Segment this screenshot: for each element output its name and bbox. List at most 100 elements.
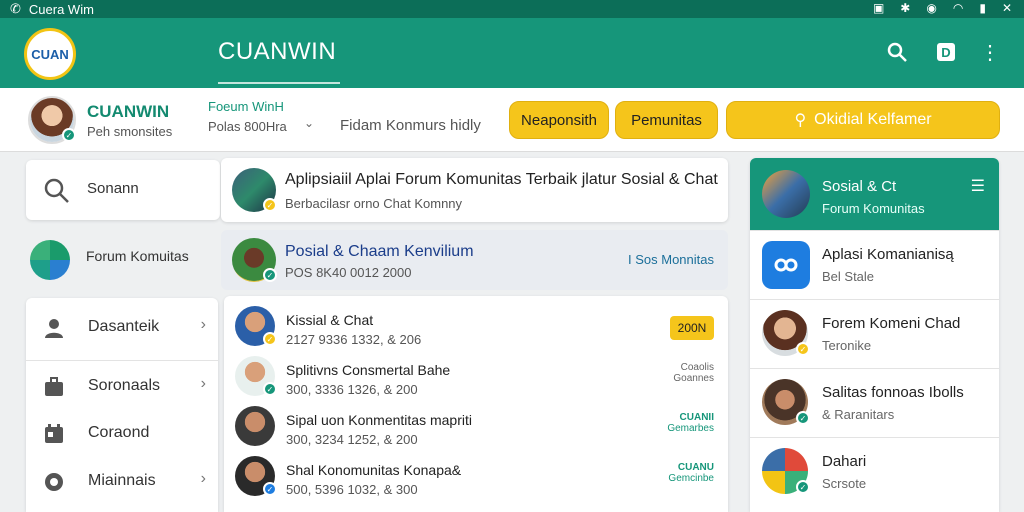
item-subtitle: Bel Stale bbox=[822, 269, 875, 284]
search-icon[interactable] bbox=[885, 40, 909, 64]
sidebar-item-personal[interactable]: Soronaals › bbox=[26, 361, 218, 411]
right-panel-item[interactable]: ✓ Salitas fonnoas Ibolls & Raranitars bbox=[750, 368, 999, 436]
chat-row[interactable]: ✓ Splitivns Consmertal Bahe 300, 3336 13… bbox=[224, 352, 728, 402]
item-title: Salitas fonnoas Ibolls bbox=[822, 384, 964, 401]
item-subtitle: & Raranitars bbox=[822, 407, 895, 422]
verified-badge-icon: ✓ bbox=[263, 482, 277, 496]
menu-icon[interactable]: ☰ bbox=[971, 176, 985, 196]
bluetooth-icon: ✱ bbox=[900, 1, 911, 15]
chat-tag: 200N bbox=[670, 316, 714, 340]
close-icon: ✕ bbox=[1001, 1, 1012, 15]
sidebar-item-label: Miainnais bbox=[88, 472, 156, 489]
sidebar-item-label: Soronaals bbox=[88, 377, 161, 394]
chat-subtitle: 2127 9336 1332, & 206 bbox=[286, 332, 422, 347]
right-panel-subtitle: Forum Komunitas bbox=[822, 201, 925, 216]
sidebar-item-record[interactable]: Coraond bbox=[26, 408, 218, 458]
chat-row[interactable]: Sipal uon Konmentitas mapriti 300, 3234 … bbox=[224, 402, 728, 452]
search-hint[interactable]: Fidam Konmurs hidly bbox=[340, 117, 481, 134]
user-icon bbox=[42, 316, 68, 340]
right-panel-title: Sosial & Ct bbox=[822, 178, 897, 195]
verified-badge-icon: ✓ bbox=[796, 411, 810, 425]
right-panel-item[interactable]: Aplasi Komanianisą Bel Stale bbox=[750, 230, 999, 298]
svg-text:D: D bbox=[941, 45, 950, 60]
item-subtitle: Teronike bbox=[822, 338, 872, 353]
app-bar: CUAN CUANWIN D ⋮ bbox=[0, 18, 1024, 88]
wifi-icon: ◠ bbox=[952, 1, 964, 15]
profile-subtitle: Peh smonsites bbox=[87, 124, 173, 139]
pill-button-2[interactable]: Pemunitas bbox=[615, 101, 718, 139]
forum-select-name[interactable]: Foeum WinH bbox=[208, 99, 284, 114]
nfc-icon: ◉ bbox=[926, 1, 937, 15]
item-title: Aplasi Komanianisą bbox=[822, 246, 954, 263]
chevron-right-icon: › bbox=[200, 470, 206, 487]
chevron-right-icon: › bbox=[200, 375, 206, 392]
forum-logo-icon bbox=[30, 240, 70, 280]
chat-subtitle: 300, 3234 1252, & 200 bbox=[286, 432, 418, 447]
header-avatar bbox=[762, 170, 810, 218]
chat-title: Kissial & Chat bbox=[286, 312, 374, 328]
feed-post-featured[interactable]: ✓ Aplipsiaiil Aplai Forum Komunitas Terb… bbox=[221, 158, 728, 222]
search-icon: ⚲ bbox=[794, 112, 807, 129]
chat-meta-line: CUANII bbox=[679, 412, 714, 423]
item-title: Forem Komeni Chad bbox=[822, 315, 961, 332]
chat-avatar bbox=[235, 406, 275, 446]
logo-text: CUAN bbox=[31, 46, 69, 62]
chat-row[interactable]: ✓ Shal Konomunitas Konapa& 500, 5396 103… bbox=[224, 452, 728, 502]
sidebar-item-label: Coraond bbox=[88, 424, 150, 441]
sidebar-search[interactable]: Sonann bbox=[26, 160, 220, 220]
title-underline bbox=[218, 82, 340, 84]
verified-badge-icon: ✓ bbox=[796, 342, 810, 356]
post-community-link[interactable]: I Sos Monnitas bbox=[628, 252, 714, 267]
right-panel-item[interactable]: ✓ Dahari Scrsote bbox=[750, 437, 999, 505]
app-logo[interactable]: CUAN bbox=[24, 28, 76, 80]
right-panel: Sosial & Ct Forum Komunitas ☰ Aplasi Kom… bbox=[750, 158, 999, 512]
chat-title: Shal Konomunitas Konapa& bbox=[286, 462, 462, 478]
status-bar: ✆ Cuera Wim ▣ ✱ ◉ ◠ ▮ ✕ bbox=[0, 0, 1024, 18]
sidebar-menu: Dasanteik › Soronaals › Coraond Miainnai… bbox=[26, 298, 218, 512]
verified-badge-icon: ✓ bbox=[263, 268, 277, 282]
sidebar-item-dashboard[interactable]: Dasanteik › bbox=[26, 302, 218, 352]
verified-badge-icon: ✓ bbox=[796, 480, 810, 494]
chat-meta-line: Goannes bbox=[673, 373, 714, 384]
right-panel-item[interactable]: ✓ Forem Komeni Chad Teronike bbox=[750, 299, 999, 367]
briefcase-icon bbox=[42, 375, 68, 399]
post-title: Aplipsiaiil Aplai Forum Komunitas Terbai… bbox=[285, 171, 718, 188]
post-subtitle: POS 8K40 0012 2000 bbox=[285, 265, 412, 280]
sidebar-item-label: Dasanteik bbox=[88, 318, 160, 335]
app-title: CUANWIN bbox=[218, 38, 337, 65]
right-panel-header[interactable]: Sosial & Ct Forum Komunitas ☰ bbox=[750, 158, 999, 230]
signal-icon: ▮ bbox=[979, 1, 986, 15]
chat-title: Splitivns Consmertal Bahe bbox=[286, 362, 451, 378]
post-title: Posial & Chaam Kenvilium bbox=[285, 243, 474, 260]
download-button[interactable]: ⚲ Okidial Kelfamer bbox=[726, 101, 1000, 139]
sidebar-item-forum[interactable]: Forum Komuitas bbox=[30, 236, 220, 284]
chat-icon[interactable]: D bbox=[934, 40, 958, 64]
status-title: Cuera Wim bbox=[28, 1, 94, 17]
profile-name: CUANWIN bbox=[87, 102, 170, 121]
more-vert-icon[interactable]: ⋮ bbox=[978, 40, 1002, 64]
chat-subtitle: 300, 3336 1326, & 200 bbox=[286, 382, 418, 397]
verified-badge-icon: ✓ bbox=[62, 128, 76, 142]
forum-select-subtitle: Polas 800Hra bbox=[208, 119, 287, 134]
chat-row[interactable]: ✓ Kissial & Chat 2127 9336 1332, & 206 2… bbox=[224, 302, 728, 352]
chat-meta: Coaolis Goannes bbox=[673, 362, 714, 384]
calendar-icon bbox=[42, 422, 68, 446]
item-title: Dahari bbox=[822, 453, 867, 470]
feed-post-highlight[interactable]: ✓ Posial & Chaam Kenvilium POS 8K40 0012… bbox=[221, 230, 728, 290]
chat-meta-line: CUANU bbox=[677, 462, 714, 473]
chat-meta-line: Gemarbes bbox=[667, 423, 714, 434]
chevron-down-icon[interactable]: ⌄ bbox=[304, 116, 314, 130]
pill-button-1[interactable]: Neaponsith bbox=[509, 101, 609, 139]
verified-badge-icon: ✓ bbox=[263, 198, 277, 212]
chat-meta: CUANU Gemcinbe bbox=[668, 462, 714, 484]
chat-subtitle: 500, 5396 1032, & 300 bbox=[286, 482, 418, 497]
search-icon bbox=[42, 176, 70, 204]
chat-meta: CUANII Gemarbes bbox=[667, 412, 714, 434]
item-subtitle: Scrsote bbox=[822, 476, 867, 491]
chat-meta-line: Gemcinbe bbox=[668, 473, 714, 484]
sim-icon: ▣ bbox=[872, 1, 885, 15]
verified-badge-icon: ✓ bbox=[263, 332, 277, 346]
download-button-label: Okidial Kelfamer bbox=[814, 111, 932, 128]
sidebar-item-settings[interactable]: Miainnais › bbox=[26, 456, 218, 506]
chevron-right-icon: › bbox=[200, 316, 206, 333]
